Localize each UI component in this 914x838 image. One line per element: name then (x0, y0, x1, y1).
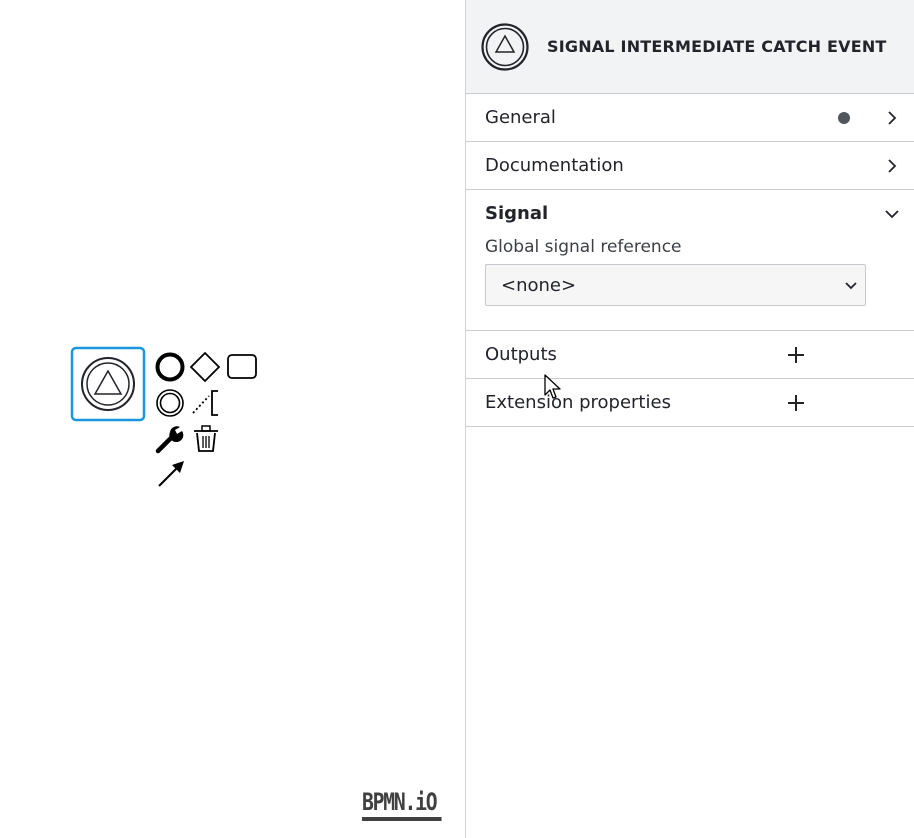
append-end-event-icon[interactable] (155, 352, 185, 382)
plus-icon[interactable] (785, 392, 807, 414)
global-signal-reference-select[interactable]: <none> (485, 264, 866, 306)
group-title-general: General (485, 107, 556, 128)
group-general: General (466, 94, 914, 142)
logo-text: BPMN.iO (362, 788, 438, 816)
chevron-down-icon (845, 282, 857, 290)
connect-arrow-icon[interactable] (158, 461, 184, 487)
group-outputs: Outputs (466, 331, 914, 379)
group-title-documentation: Documentation (485, 155, 624, 176)
group-documentation: Documentation (466, 142, 914, 190)
panel-header-title: SIGNAL INTERMEDIATE CATCH EVENT (547, 37, 887, 56)
plus-icon[interactable] (785, 344, 807, 366)
trash-icon[interactable] (194, 425, 218, 452)
wrench-icon[interactable] (155, 426, 184, 454)
append-gateway-icon[interactable] (189, 351, 221, 383)
group-title-signal: Signal (485, 203, 549, 224)
bpmn-io-logo[interactable]: BPMN.iO (362, 788, 442, 821)
group-header-general[interactable]: General (466, 94, 914, 141)
chevron-right-icon (888, 110, 897, 125)
diagram-canvas[interactable]: BPMN.iO (0, 0, 465, 838)
signal-intermediate-catch-event[interactable] (81, 357, 135, 411)
signal-group-body: Global signal reference <none> (466, 237, 914, 330)
text-annotation-icon[interactable] (192, 390, 218, 416)
group-header-signal[interactable]: Signal (466, 190, 914, 237)
group-signal: Signal Global signal reference <none> (466, 190, 914, 331)
mouse-cursor-icon (544, 374, 561, 399)
group-header-extension-properties[interactable]: Extension properties (466, 379, 914, 426)
group-title-outputs: Outputs (485, 344, 557, 365)
diagram-svg (70, 346, 257, 487)
signal-catch-event-icon (481, 22, 529, 71)
chevron-down-icon (885, 209, 899, 218)
group-header-documentation[interactable]: Documentation (466, 142, 914, 189)
append-task-icon[interactable] (227, 354, 257, 379)
chevron-right-icon (888, 158, 897, 173)
group-extension-properties: Extension properties (466, 379, 914, 427)
group-header-outputs[interactable]: Outputs (466, 331, 914, 378)
data-indicator-dot (838, 111, 850, 124)
select-value: <none> (501, 274, 577, 296)
properties-panel: SIGNAL INTERMEDIATE CATCH EVENT General … (465, 0, 914, 838)
group-title-extension-properties: Extension properties (485, 392, 671, 413)
panel-header: SIGNAL INTERMEDIATE CATCH EVENT (466, 0, 914, 94)
global-signal-reference-label: Global signal reference (485, 237, 682, 257)
append-intermediate-event-icon[interactable] (156, 389, 184, 417)
logo-underline (362, 817, 442, 821)
